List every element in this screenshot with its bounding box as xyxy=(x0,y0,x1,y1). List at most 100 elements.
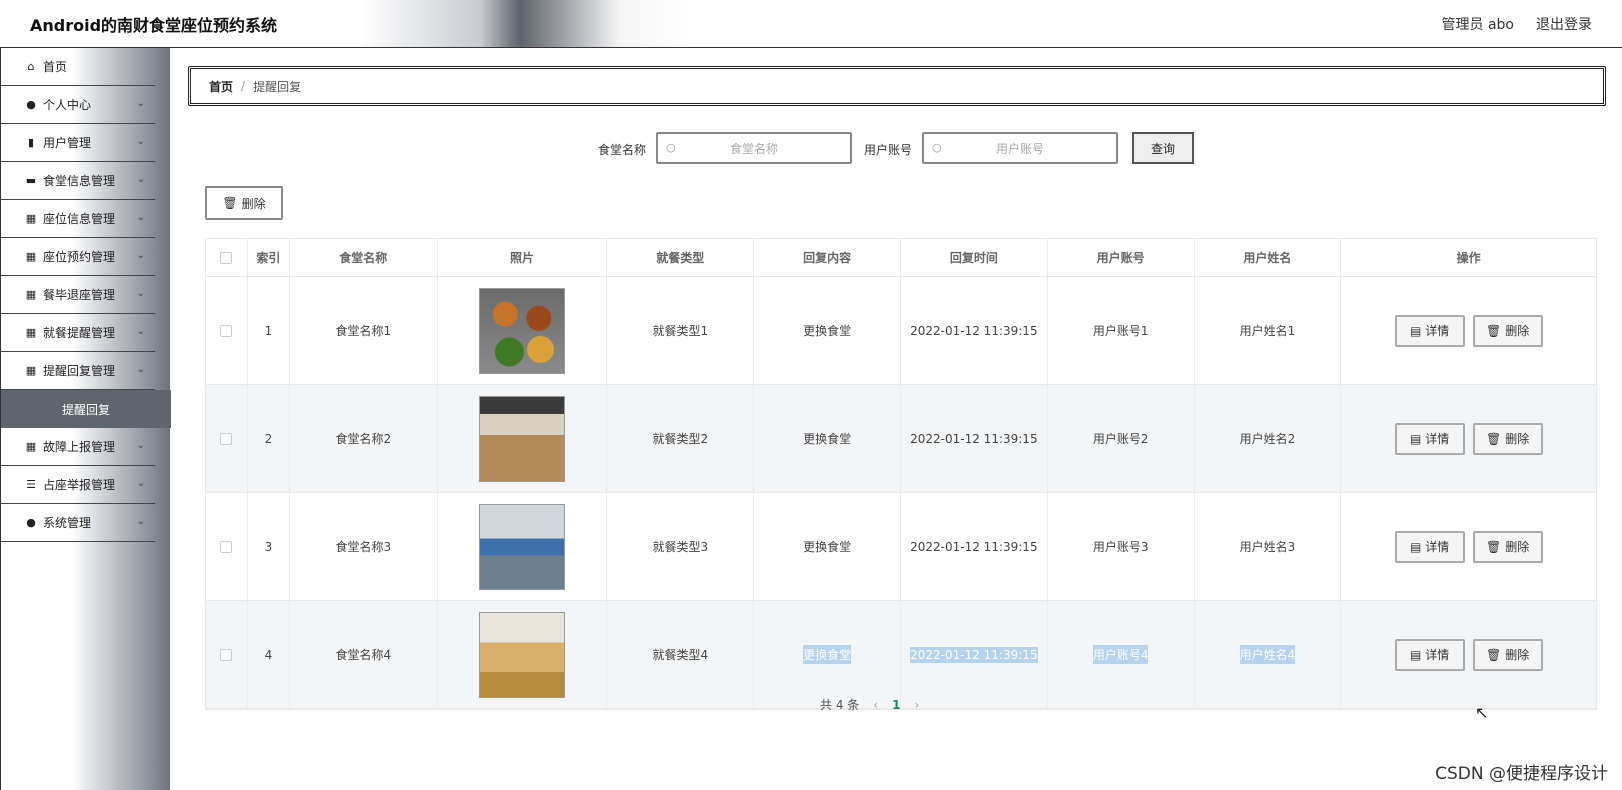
row-checkbox[interactable] xyxy=(220,324,233,337)
meal-type-cell: 就餐类型3 xyxy=(607,493,755,600)
select-all-checkbox[interactable] xyxy=(220,251,233,264)
photo-cell xyxy=(438,385,608,492)
detail-button[interactable]: ▤ 详情 xyxy=(1394,638,1465,671)
user-name-cell: 用户姓名2 xyxy=(1195,385,1342,492)
reply-content-cell: 更换食堂 xyxy=(754,385,901,492)
trash-icon: 🗑 xyxy=(1486,647,1502,662)
sidebar-item-seat-hogging-report[interactable]: ☰ 占座举报管理 ⌄ xyxy=(1,466,155,504)
sidebar-item-label: 故障上报管理 xyxy=(43,440,116,454)
sidebar-item-canteen-info[interactable]: ▬ 食堂信息管理 ⌄ xyxy=(1,162,155,200)
detail-label: 详情 xyxy=(1425,540,1450,554)
sidebar-item-reminder-reply[interactable]: ▦ 提醒回复管理 ⌄ xyxy=(1,352,155,390)
delete-label: 删除 xyxy=(1505,432,1530,446)
detail-button[interactable]: ▤ 详情 xyxy=(1394,314,1465,347)
chevron-right-icon[interactable]: › xyxy=(914,698,919,712)
trash-icon: 🗑 xyxy=(1486,539,1502,554)
column-header: 回复内容 xyxy=(754,239,901,276)
canteen-photo[interactable] xyxy=(479,395,566,482)
grid-icon: ▦ xyxy=(25,364,37,377)
sidebar-item-label: 座位信息管理 xyxy=(43,212,116,226)
account-search-input[interactable]: ○ 用户账号 xyxy=(922,132,1118,164)
selected-text: 2022-01-12 11:39:15 xyxy=(910,646,1038,663)
user-name-cell: 用户姓名1 xyxy=(1195,277,1342,384)
sidebar-item-seat-return[interactable]: ▦ 餐毕退座管理 ⌄ xyxy=(1,276,155,314)
chevron-down-icon: ⌄ xyxy=(136,478,145,489)
breadcrumb: 首页 / 提醒回复 xyxy=(188,66,1606,106)
chevron-down-icon: ⌄ xyxy=(136,250,145,261)
delete-button[interactable]: 🗑 删除 xyxy=(1472,314,1543,347)
logout-link[interactable]: 退出登录 xyxy=(1536,14,1592,34)
canteen-search-placeholder: 食堂名称 xyxy=(729,141,778,156)
user-account-cell: 用户账号4 xyxy=(1048,601,1195,708)
table-row: 4 食堂名称4 就餐类型4 更换食堂 2022-01-12 11:39:15 用… xyxy=(206,601,1596,709)
reply-time-cell: 2022-01-12 11:39:15 xyxy=(901,385,1048,492)
delete-button[interactable]: 🗑 删除 xyxy=(1472,422,1543,455)
grid-icon: ▦ xyxy=(25,250,37,263)
column-header: 用户账号 xyxy=(1048,239,1195,276)
sidebar-item-label: 个人中心 xyxy=(43,98,92,112)
selected-text: 用户姓名4 xyxy=(1239,645,1296,664)
delete-label: 删除 xyxy=(1505,540,1530,554)
reply-content-cell: 更换食堂 xyxy=(754,493,901,600)
chevron-up-icon: ⌄ xyxy=(136,364,145,375)
delete-label: 删除 xyxy=(1505,324,1530,338)
detail-button[interactable]: ▤ 详情 xyxy=(1394,530,1465,563)
delete-button[interactable]: 🗑 删除 xyxy=(1472,638,1543,671)
search-icon: ○ xyxy=(666,141,676,154)
chevron-down-icon: ⌄ xyxy=(136,136,145,147)
sidebar-item-user-management[interactable]: ▮ 用户管理 ⌄ xyxy=(1,124,155,162)
person-icon: ● xyxy=(26,516,36,529)
meal-type-cell: 就餐类型1 xyxy=(607,277,755,384)
sidebar-item-home[interactable]: ⌂ 首页 xyxy=(1,48,155,86)
sidebar-item-label: 用户管理 xyxy=(43,136,92,150)
sidebar-item-meal-reminder[interactable]: ▦ 就餐提醒管理 ⌄ xyxy=(1,314,155,352)
delete-button[interactable]: 🗑 删除 xyxy=(1472,530,1543,563)
canteen-search-label: 食堂名称 xyxy=(598,143,647,157)
row-checkbox[interactable] xyxy=(220,540,233,553)
column-header: 食堂名称 xyxy=(290,239,438,276)
sidebar-item-personal-center[interactable]: ● 个人中心 ⌄ xyxy=(1,86,155,124)
page-number[interactable]: 1 xyxy=(892,698,900,712)
sidebar-item-label: 餐毕退座管理 xyxy=(43,288,116,302)
query-button[interactable]: 查询 xyxy=(1132,132,1194,164)
chevron-down-icon: ⌄ xyxy=(136,98,145,109)
breadcrumb-home[interactable]: 首页 xyxy=(209,78,233,95)
delete-label: 删除 xyxy=(1505,648,1530,662)
sidebar-subitem-reminder-reply[interactable]: 提醒回复 xyxy=(1,390,171,428)
canteen-photo[interactable] xyxy=(479,611,566,698)
row-checkbox[interactable] xyxy=(220,432,233,445)
chevron-down-icon: ⌄ xyxy=(136,174,145,185)
reply-content-cell: 更换食堂 xyxy=(754,277,901,384)
meal-type-cell: 就餐类型2 xyxy=(607,385,755,492)
total-count: 共 4 条 xyxy=(820,698,860,712)
column-header: 用户姓名 xyxy=(1195,239,1342,276)
document-icon: ▤ xyxy=(1409,647,1422,662)
trash-icon: 🗑 xyxy=(1486,431,1502,446)
sidebar-item-fault-report[interactable]: ▦ 故障上报管理 ⌄ xyxy=(1,428,155,466)
grid-icon: ▦ xyxy=(25,440,37,453)
canteen-photo[interactable] xyxy=(479,287,566,374)
row-select-cell xyxy=(206,385,248,492)
actions-cell: ▤ 详情 🗑 删除 xyxy=(1341,601,1596,708)
sidebar-item-system-management[interactable]: ● 系统管理 ⌄ xyxy=(1,504,155,542)
canteen-cell: 食堂名称4 xyxy=(290,601,438,708)
canteen-search-input[interactable]: ○ 食堂名称 xyxy=(656,132,852,164)
chevron-down-icon: ⌄ xyxy=(136,326,145,337)
row-select-cell xyxy=(206,277,248,384)
app-title: Android的南财食堂座位预约系统 xyxy=(30,16,278,35)
trash-icon: 🗑 xyxy=(1486,323,1502,338)
sidebar-item-seat-reservation[interactable]: ▦ 座位预约管理 ⌄ xyxy=(1,238,155,276)
sidebar-item-seat-info[interactable]: ▦ 座位信息管理 ⌄ xyxy=(1,200,155,238)
canteen-photo[interactable] xyxy=(479,503,566,590)
detail-button[interactable]: ▤ 详情 xyxy=(1394,422,1465,455)
batch-delete-button[interactable]: 🗑 删除 xyxy=(205,186,283,220)
row-checkbox[interactable] xyxy=(220,648,233,661)
canteen-cell: 食堂名称2 xyxy=(290,385,438,492)
table-row: 2 食堂名称2 就餐类型2 更换食堂 2022-01-12 11:39:15 用… xyxy=(206,385,1596,493)
chevron-left-icon[interactable]: ‹ xyxy=(873,698,878,712)
reply-time-cell: 2022-01-12 11:39:15 xyxy=(901,277,1048,384)
admin-user-label[interactable]: 管理员 abo xyxy=(1442,14,1514,34)
search-bar: 食堂名称 ○ 食堂名称 用户账号 ○ 用户账号 查询 xyxy=(170,132,1622,166)
actions-cell: ▤ 详情 🗑 删除 xyxy=(1341,385,1596,492)
row-select-cell xyxy=(206,493,248,600)
